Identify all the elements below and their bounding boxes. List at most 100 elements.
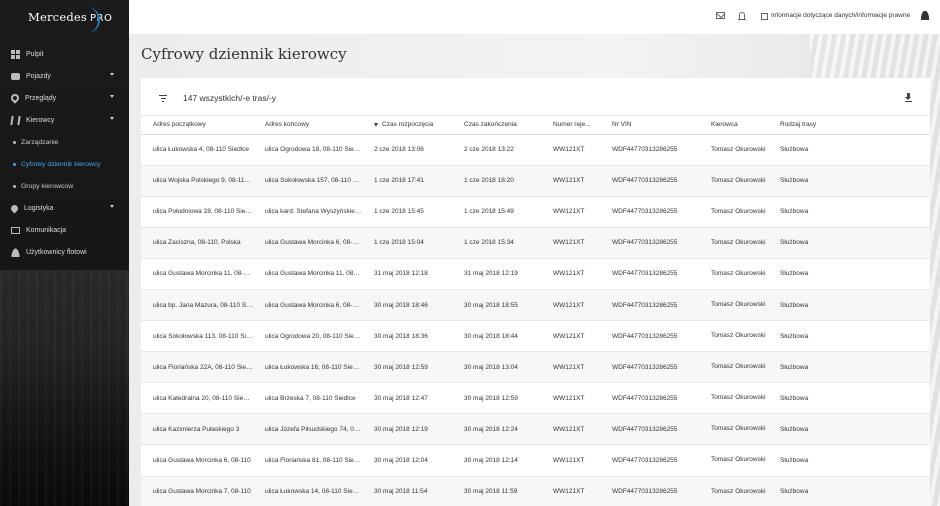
cell-trip-type: Służbowa xyxy=(768,258,930,290)
cell-end-time: 1 cze 2018 15:34 xyxy=(452,227,541,259)
cell-registration: WW121XT xyxy=(541,351,600,384)
cell-vin: WDF44770313286255 xyxy=(600,134,699,166)
table-row[interactable]: ulica Gustawa Morcinka 7, 08-110 ulica Łu… xyxy=(141,476,930,506)
cell-start-time: 30 maj 2018 12:04 xyxy=(362,444,452,477)
legal-info-link[interactable]: Informacje dotyczące danych/informacje p… xyxy=(771,12,910,19)
column-header[interactable]: Adres końcowy xyxy=(253,116,362,135)
cell-driver: Tomasz Okurowski xyxy=(699,413,768,446)
cell-driver: Tomasz Okurowski xyxy=(699,351,768,384)
sidebar-item-komunikacja[interactable]: Komunikacja xyxy=(0,219,129,241)
bullet-icon xyxy=(13,162,16,166)
cell-start-address: ulica Wojska Polskiego 9, 08-110 Siedlce xyxy=(141,165,253,197)
cell-vin: WDF44770313286255 xyxy=(600,351,699,384)
column-header-sorted[interactable]: Czas rozpoczęcia xyxy=(362,116,452,135)
cell-end-time: 30 maj 2018 13:04 xyxy=(452,351,541,384)
cell-driver: Tomasz Okurowski xyxy=(699,382,768,415)
cell-end-time: 30 maj 2018 18:44 xyxy=(452,320,541,353)
table-row[interactable]: ulica Zaciszna, 08-110, Polska ulica Gust… xyxy=(141,227,930,259)
cell-trip-type: Służbowa xyxy=(768,444,930,477)
sidebar-item-kierowcy[interactable]: Kierowcy xyxy=(0,109,129,131)
cell-vin: WDF44770313286255 xyxy=(600,413,699,446)
cell-end-time: 30 maj 2018 12:59 xyxy=(452,382,541,415)
cell-start-time: 31 maj 2018 12:18 xyxy=(362,258,452,290)
cell-start-time: 1 cze 2018 15:04 xyxy=(362,227,452,259)
cell-driver: Tomasz Okurowski xyxy=(699,134,768,166)
sidebar-subitem-zarzadzanie[interactable]: Zarządzanie xyxy=(0,131,129,153)
envelope-icon[interactable] xyxy=(716,12,725,19)
cell-end-time: 1 cze 2018 18:20 xyxy=(452,165,541,197)
table-row[interactable]: ulica Sokołowska 113, 08-110 Siedlce ulic… xyxy=(141,320,930,353)
cell-registration: WW121XT xyxy=(541,134,600,166)
road-icon xyxy=(10,115,21,125)
column-header[interactable]: Rodzaj trasy xyxy=(768,116,930,135)
cell-end-time: 31 maj 2018 12:19 xyxy=(452,258,541,290)
cell-start-address: ulica Łukowska 4, 08-110 Siedlce xyxy=(141,134,253,166)
table-row[interactable]: ulica Południowa 28, 08-110 Siedlce ulica… xyxy=(141,196,930,228)
download-icon[interactable] xyxy=(905,93,912,102)
cell-start-address: ulica Floriańska 22A, 08-110 Siedlce xyxy=(141,351,253,384)
column-header-label: Czas rozpoczęcia xyxy=(382,121,434,129)
cell-end-address: ulica Łukowska 16, 08-110 Siedlce xyxy=(253,351,362,384)
cell-registration: WW121XT xyxy=(541,413,600,446)
column-header[interactable]: Czas zakończenia xyxy=(452,116,541,135)
trip-count: 147 wszystkich/-e tras/-y xyxy=(183,93,277,103)
bullet-icon xyxy=(13,140,16,144)
sidebar-item-logistyka[interactable]: Logistyka xyxy=(0,197,129,219)
account-icon[interactable] xyxy=(921,11,929,20)
column-header[interactable]: Numer reje... xyxy=(541,116,600,135)
cell-end-time: 30 maj 2018 12:24 xyxy=(452,413,541,446)
filter-icon[interactable] xyxy=(159,95,167,102)
bell-icon[interactable] xyxy=(738,12,746,20)
pin-icon xyxy=(9,203,20,213)
table-row[interactable]: ulica Łukowska 4, 08-110 Siedlce ulica Og… xyxy=(141,134,930,166)
sidebar-item-label: Logistyka xyxy=(24,204,54,212)
table-row[interactable]: ulica Kazimierza Pułaskiego 3 ulica Józef… xyxy=(141,413,930,446)
cell-start-time: 1 cze 2018 17:41 xyxy=(362,165,452,197)
table-row[interactable]: ulica Gustawa Morcinka 11, 08-110 ulica G… xyxy=(141,258,930,290)
cell-start-time: 30 maj 2018 12:19 xyxy=(362,413,452,446)
cell-driver: Tomasz Okurowski xyxy=(699,258,768,290)
cell-registration: WW121XT xyxy=(541,227,600,259)
cell-start-time: 30 maj 2018 18:36 xyxy=(362,320,452,353)
cell-start-time: 30 maj 2018 11:54 xyxy=(362,476,452,506)
table-row[interactable]: ulica Gustawa Morcinka 6, 08-110 ulica Fl… xyxy=(141,444,930,477)
chevron-down-icon xyxy=(110,95,114,98)
user-icon xyxy=(11,247,20,257)
table-row[interactable]: ulica Floriańska 22A, 08-110 Siedlce ulic… xyxy=(141,351,930,384)
cell-trip-type: Służbowa xyxy=(768,476,930,506)
info-document-icon[interactable] xyxy=(761,13,768,20)
cell-trip-type: Służbowa xyxy=(768,320,930,353)
table-row[interactable]: ulica bp. Jana Mazura, 08-110 Siedlce uli… xyxy=(141,289,930,322)
sidebar-item-przeglady[interactable]: Przeglądy xyxy=(0,87,129,109)
table-body: ulica Łukowska 4, 08-110 Siedlce ulica Og… xyxy=(141,134,930,506)
column-header[interactable]: Adres początkowy xyxy=(141,116,253,135)
cell-end-time: 30 maj 2018 11:59 xyxy=(452,476,541,506)
sidebar-subitem-grupy-kierowcow[interactable]: Grupy kierowców xyxy=(0,175,129,197)
column-header[interactable]: Kierowca xyxy=(699,116,768,135)
cell-end-address: ulica Gustawa Morcinka 11, 08-110 xyxy=(253,258,362,290)
cell-end-time: 2 cze 2018 13:22 xyxy=(452,134,541,166)
cell-start-address: ulica bp. Jana Mazura, 08-110 Siedlce xyxy=(141,289,253,322)
column-header[interactable]: Nr VIN xyxy=(600,116,699,135)
table-row[interactable]: ulica Katedralna 20, 08-110 Siedlce ulica… xyxy=(141,382,930,415)
sidebar-subitem-label: Cyfrowy dziennik kierowcy xyxy=(21,160,101,168)
cell-vin: WDF44770313286255 xyxy=(600,196,699,228)
sidebar-item-pulpit[interactable]: Pulpit xyxy=(0,43,129,65)
sidebar-item-uzytkownicy[interactable]: Użytkownicy flotowi xyxy=(0,241,129,263)
cell-start-address: ulica Zaciszna, 08-110, Polska xyxy=(141,227,253,259)
cell-end-address: ulica Ogrodowa 20, 08-110 Siedlce xyxy=(253,320,362,353)
cell-vin: WDF44770313286255 xyxy=(600,289,699,322)
table-row[interactable]: ulica Wojska Polskiego 9, 08-110 Siedlce… xyxy=(141,165,930,197)
cell-start-address: ulica Katedralna 20, 08-110 Siedlce xyxy=(141,382,253,415)
cell-vin: WDF44770313286255 xyxy=(600,382,699,415)
brand-name: Mercedes xyxy=(28,10,87,24)
cell-driver: Tomasz Okurowski xyxy=(699,476,768,506)
cell-start-time: 30 maj 2018 18:46 xyxy=(362,289,452,322)
sidebar-subitem-cyfrowy-dziennik[interactable]: Cyfrowy dziennik kierowcy xyxy=(0,153,129,175)
sidebar-subitem-label: Zarządzanie xyxy=(21,138,59,146)
bullet-icon xyxy=(13,184,16,188)
sidebar-item-pojazdy[interactable]: Pojazdy xyxy=(0,65,129,87)
cell-registration: WW121XT xyxy=(541,196,600,228)
table-toolbar: 147 wszystkich/-e tras/-y xyxy=(141,78,930,116)
cell-driver: Tomasz Okurowski xyxy=(699,196,768,228)
